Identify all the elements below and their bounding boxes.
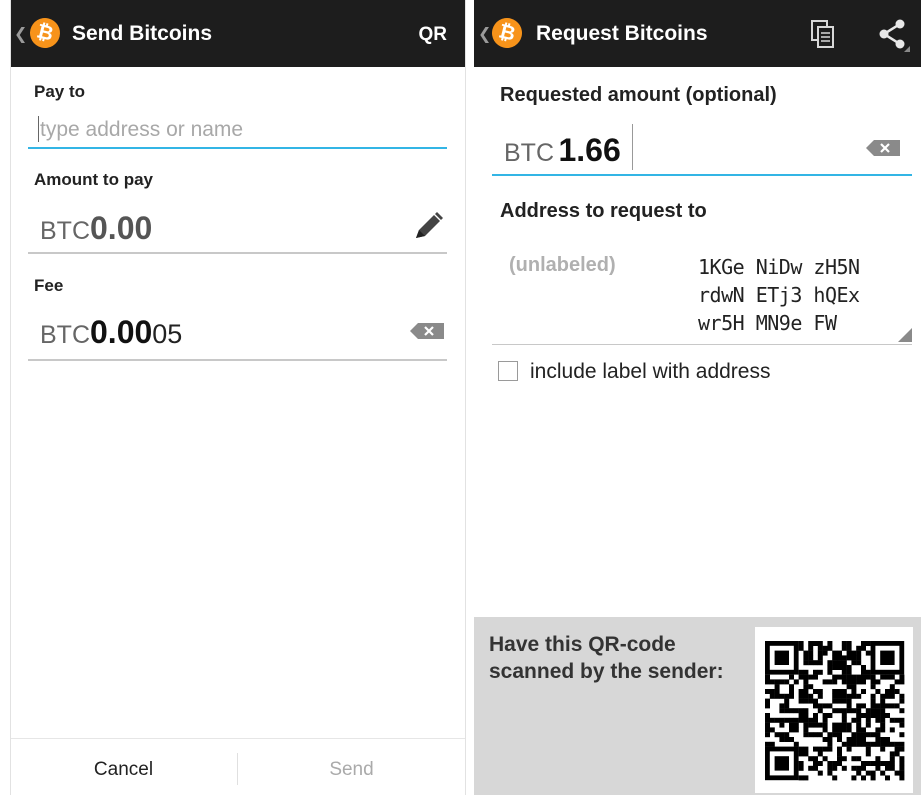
spinner-corner-icon bbox=[898, 328, 912, 342]
amount-input[interactable]: BTC0.00 bbox=[28, 200, 446, 252]
amount-text: BTC0.00 bbox=[40, 210, 152, 247]
request-page-title: Request Bitcoins bbox=[536, 22, 708, 45]
text-cursor bbox=[38, 116, 39, 142]
pay-to-label: Pay to bbox=[34, 82, 86, 101]
left-panel-divider bbox=[465, 0, 466, 795]
requested-amount-currency: BTC bbox=[504, 139, 554, 167]
include-label-checkbox[interactable] bbox=[498, 361, 518, 381]
address-underline bbox=[492, 344, 912, 345]
fee-currency: BTC bbox=[40, 321, 90, 349]
left-panel-edge bbox=[10, 0, 11, 795]
qr-caption-line-1: Have this QR-code bbox=[489, 633, 676, 656]
fee-text: BTC0.0005 bbox=[40, 314, 182, 351]
amount-label: Amount to pay bbox=[34, 170, 153, 189]
send-bitcoins-screen: ❮ ₿ Send Bitcoins QR Pay to type address… bbox=[10, 0, 465, 795]
clear-amount-icon[interactable] bbox=[866, 140, 900, 156]
pay-to-input[interactable]: type address or name bbox=[28, 110, 446, 150]
address-label: Address to request to bbox=[500, 200, 707, 222]
amount-value: 0.00 bbox=[90, 210, 153, 246]
requested-amount-input[interactable]: BTC 1.66 bbox=[492, 120, 912, 174]
cancel-button[interactable]: Cancel bbox=[10, 739, 237, 795]
address-line-2: rdwN ETj3 hQEx bbox=[698, 283, 860, 307]
pay-to-underline bbox=[28, 147, 447, 149]
clear-fee-icon[interactable] bbox=[410, 323, 444, 339]
address-tag: (unlabeled) bbox=[509, 254, 616, 276]
requested-amount-underline bbox=[492, 174, 912, 176]
requested-amount-value: 1.66 bbox=[558, 132, 621, 168]
address-line-3: wr5H MN9e FW bbox=[698, 311, 837, 335]
requested-amount-label: Requested amount (optional) bbox=[500, 84, 777, 106]
qr-code-container[interactable] bbox=[755, 627, 913, 793]
pencil-icon[interactable] bbox=[410, 208, 446, 244]
include-label-text[interactable]: include label with address bbox=[530, 360, 770, 384]
qr-caption: Have this QR-code scanned by the sender: bbox=[489, 631, 739, 685]
scan-qr-button[interactable]: QR bbox=[419, 24, 448, 46]
back-chevron-icon[interactable]: ❮ bbox=[478, 24, 491, 44]
amount-underline bbox=[28, 252, 447, 254]
text-cursor bbox=[632, 124, 633, 170]
fee-input[interactable]: BTC0.0005 bbox=[28, 308, 446, 360]
qr-caption-line-2: scanned by the sender: bbox=[489, 660, 724, 683]
bitcoin-logo-icon[interactable]: ₿ bbox=[26, 14, 64, 52]
request-bitcoins-screen: ❮ ₿ Request Bitcoins Requested amount (o… bbox=[474, 0, 921, 795]
fee-underline bbox=[28, 359, 447, 361]
qr-code-image bbox=[765, 641, 905, 781]
send-button[interactable]: Send bbox=[238, 739, 465, 795]
send-action-bar: ❮ ₿ Send Bitcoins QR bbox=[10, 0, 465, 67]
address-spinner[interactable]: (unlabeled) 1KGe NiDw zH5N rdwN ETj3 hQE… bbox=[492, 240, 912, 344]
address-value: 1KGe NiDw zH5N rdwN ETj3 hQEx wr5H MN9e … bbox=[698, 253, 860, 337]
pay-to-placeholder: type address or name bbox=[40, 118, 244, 141]
request-action-bar: ❮ ₿ Request Bitcoins bbox=[474, 0, 921, 67]
send-bottom-bar: Cancel Send bbox=[10, 738, 465, 795]
share-icon[interactable] bbox=[876, 18, 910, 52]
back-chevron-icon[interactable]: ❮ bbox=[14, 24, 27, 44]
qr-panel: Have this QR-code scanned by the sender: bbox=[474, 617, 921, 795]
fee-value-rest: 05 bbox=[152, 319, 183, 349]
fee-value-bold: 0.00 bbox=[90, 314, 153, 350]
requested-amount-text: BTC 1.66 bbox=[504, 132, 621, 169]
address-line-1: 1KGe NiDw zH5N bbox=[698, 255, 860, 279]
bitcoin-logo-icon[interactable]: ₿ bbox=[488, 14, 526, 52]
amount-currency: BTC bbox=[40, 217, 90, 245]
send-page-title: Send Bitcoins bbox=[72, 22, 213, 45]
fee-label: Fee bbox=[34, 276, 64, 295]
copy-icon[interactable] bbox=[810, 20, 836, 50]
